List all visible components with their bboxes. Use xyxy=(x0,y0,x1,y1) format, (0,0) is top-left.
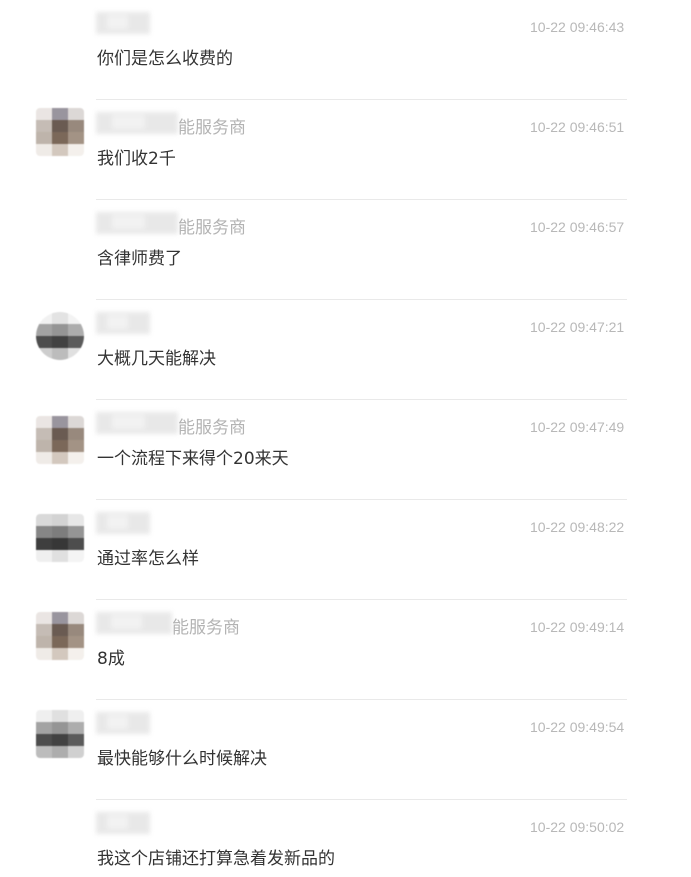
chat-message: 能服务商 10-22 09:46:57 含律师费了 xyxy=(0,200,691,300)
message-text: 你们是怎么收费的 xyxy=(97,49,233,69)
sender-name-blurred xyxy=(96,812,150,834)
message-timestamp: 10-22 09:47:21 xyxy=(530,319,625,335)
message-text: 最快能够什么时候解决 xyxy=(97,749,267,769)
message-text: 8成 xyxy=(97,649,125,669)
sender-name-suffix: 能服务商 xyxy=(178,118,246,138)
sender-avatar xyxy=(36,514,84,562)
sender-name-blurred xyxy=(96,112,178,134)
sender-name-blurred xyxy=(96,712,150,734)
sender-name-blurred xyxy=(96,12,150,34)
message-text: 含律师费了 xyxy=(97,249,182,269)
message-timestamp: 10-22 09:50:02 xyxy=(530,819,625,835)
chat-message: 10-22 09:46:43 你们是怎么收费的 xyxy=(0,0,691,100)
message-timestamp: 10-22 09:46:43 xyxy=(530,19,625,35)
sender-name-blurred xyxy=(96,612,172,634)
message-timestamp: 10-22 09:46:57 xyxy=(530,219,625,235)
sender-name-blurred xyxy=(96,412,178,434)
chat-message: 能服务商 10-22 09:47:49 一个流程下来得个20来天 xyxy=(0,400,691,500)
message-timestamp: 10-22 09:46:51 xyxy=(530,119,625,135)
sender-name-suffix: 能服务商 xyxy=(178,218,246,238)
message-timestamp: 10-22 09:47:49 xyxy=(530,419,625,435)
chat-message: 10-22 09:50:02 我这个店铺还打算急着发新品的 xyxy=(0,800,691,877)
message-text: 大概几天能解决 xyxy=(97,349,216,369)
message-timestamp: 10-22 09:49:54 xyxy=(530,719,625,735)
sender-avatar xyxy=(36,710,84,758)
chat-message: 10-22 09:48:22 通过率怎么样 xyxy=(0,500,691,600)
message-text: 我这个店铺还打算急着发新品的 xyxy=(97,849,335,869)
sender-avatar xyxy=(36,612,84,660)
chat-message: 能服务商 10-22 09:46:51 我们收2千 xyxy=(0,100,691,200)
chat-message: 10-22 09:49:54 最快能够什么时候解决 xyxy=(0,700,691,800)
message-text: 一个流程下来得个20来天 xyxy=(97,449,289,469)
sender-name-blurred xyxy=(96,512,150,534)
message-timestamp: 10-22 09:48:22 xyxy=(530,519,625,535)
message-text: 通过率怎么样 xyxy=(97,549,199,569)
sender-avatar xyxy=(36,416,84,464)
sender-name-blurred xyxy=(96,312,150,334)
chat-message: 10-22 09:47:21 大概几天能解决 xyxy=(0,300,691,400)
message-timestamp: 10-22 09:49:14 xyxy=(530,619,625,635)
sender-avatar xyxy=(36,108,84,156)
sender-name-suffix: 能服务商 xyxy=(178,418,246,438)
chat-message: 能服务商 10-22 09:49:14 8成 xyxy=(0,600,691,700)
sender-name-blurred xyxy=(96,212,178,234)
sender-avatar xyxy=(36,312,84,360)
sender-name-suffix: 能服务商 xyxy=(172,618,240,638)
message-text: 我们收2千 xyxy=(97,149,176,169)
